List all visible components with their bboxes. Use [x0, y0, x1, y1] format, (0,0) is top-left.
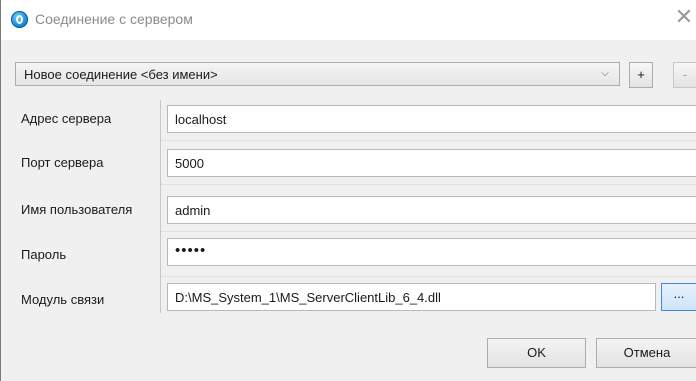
- module-label: Модуль связи: [21, 292, 105, 307]
- form-column-divider: [160, 100, 161, 313]
- password-label: Пароль: [21, 247, 67, 262]
- username-value: admin: [175, 203, 211, 218]
- module-path-value: D:\MS_System_1\MS_ServerClientLib_6_4.dl…: [175, 290, 441, 305]
- module-path-field[interactable]: D:\MS_System_1\MS_ServerClientLib_6_4.dl…: [167, 283, 656, 311]
- row-divider: [161, 140, 696, 141]
- server-address-field[interactable]: localhost: [167, 105, 696, 133]
- cancel-button[interactable]: Отмена: [596, 338, 696, 368]
- app-connection-icon: [11, 11, 28, 28]
- row-divider: [161, 184, 696, 185]
- server-port-field[interactable]: 5000: [167, 149, 696, 177]
- add-connection-button[interactable]: +: [629, 62, 653, 88]
- chevron-down-icon[interactable]: ⌵: [599, 67, 611, 81]
- ok-button[interactable]: OK: [487, 338, 586, 368]
- username-label: Имя пользователя: [21, 202, 133, 217]
- close-icon[interactable]: ✕: [673, 7, 695, 29]
- server-port-label: Порт сервера: [21, 155, 104, 170]
- server-address-value: localhost: [175, 112, 227, 127]
- connection-select-value: Новое соединение <без имени>: [24, 67, 218, 82]
- row-divider: [161, 276, 696, 277]
- server-port-value: 5000: [175, 156, 204, 171]
- browse-module-button[interactable]: ...: [661, 283, 696, 311]
- title-bar: Соединение с сервером ✕: [1, 0, 696, 40]
- password-field[interactable]: •••••: [167, 238, 696, 266]
- row-divider: [161, 231, 696, 232]
- username-field[interactable]: admin: [167, 196, 696, 224]
- remove-connection-button[interactable]: -: [673, 62, 696, 88]
- connection-dialog: Соединение с сервером ✕ Новое соединение…: [0, 0, 696, 381]
- connection-select[interactable]: Новое соединение <без имени> ⌵: [15, 62, 620, 86]
- password-value: •••••: [175, 242, 207, 259]
- window-title: Соединение с сервером: [35, 11, 193, 27]
- server-address-label: Адрес сервера: [21, 111, 112, 126]
